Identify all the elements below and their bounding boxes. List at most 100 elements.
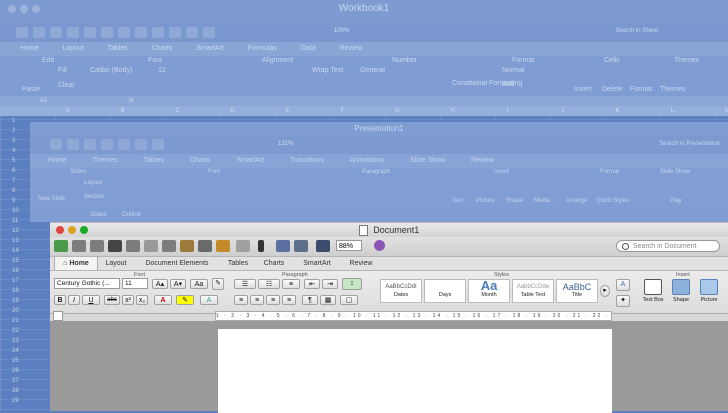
excel-tab-charts[interactable]: Charts: [152, 45, 173, 52]
excel-row-header[interactable]: 29: [12, 396, 30, 406]
tab-home[interactable]: ⌂ Home: [54, 257, 98, 270]
bold-button[interactable]: B: [54, 295, 66, 305]
powerpoint-tab-review[interactable]: Review: [471, 157, 494, 164]
align-left-icon[interactable]: ≡: [234, 295, 248, 305]
excel-column-header[interactable]: C: [150, 106, 205, 116]
cut-icon[interactable]: [84, 27, 96, 39]
print-icon[interactable]: [126, 240, 140, 252]
save-icon[interactable]: [108, 240, 122, 252]
styles-more-arrow-icon[interactable]: ▸: [600, 285, 610, 297]
excel-column-header[interactable]: E: [260, 106, 315, 116]
excel-column-header[interactable]: K: [590, 106, 645, 116]
excel-row-header[interactable]: 13: [12, 236, 30, 246]
excel-column-header[interactable]: D: [205, 106, 260, 116]
excel-column-header[interactable]: A: [40, 106, 95, 116]
excel-row-header[interactable]: 1: [12, 116, 30, 126]
tab-charts[interactable]: Charts: [258, 257, 290, 270]
excel-row-header[interactable]: 23: [12, 336, 30, 346]
templates-icon[interactable]: [72, 240, 86, 252]
excel-row-header[interactable]: 4: [12, 146, 30, 156]
redo-icon[interactable]: [236, 240, 250, 252]
styles-pane-icon[interactable]: A: [616, 279, 630, 291]
powerpoint-tab-transitions[interactable]: Transitions: [290, 157, 324, 164]
excel-style-bad[interactable]: Bad: [502, 81, 514, 88]
excel-style-normal[interactable]: Normal: [502, 67, 525, 74]
copy-icon[interactable]: [101, 27, 113, 39]
excel-row-header[interactable]: 22: [12, 326, 30, 336]
gallery-icon[interactable]: [294, 240, 308, 252]
undo-icon[interactable]: [216, 240, 230, 252]
excel-minimize-button[interactable]: [20, 5, 28, 13]
style-title[interactable]: AaBbC Title: [556, 279, 598, 303]
excel-row-header[interactable]: 26: [12, 366, 30, 376]
word-search-input[interactable]: Search in Document: [616, 240, 720, 252]
undo-icon[interactable]: [135, 27, 147, 39]
excel-row-header[interactable]: 14: [12, 246, 30, 256]
justify-icon[interactable]: ≡: [282, 295, 296, 305]
excel-row-header[interactable]: 20: [12, 306, 30, 316]
excel-format-button[interactable]: Format: [630, 86, 652, 93]
cut-icon[interactable]: [144, 240, 158, 252]
new-icon[interactable]: [16, 27, 28, 39]
excel-row-header[interactable]: 2: [12, 126, 30, 136]
decrease-indent-icon[interactable]: ⇤: [304, 279, 320, 289]
copy-icon[interactable]: [118, 139, 130, 151]
tab-layout[interactable]: Layout: [100, 257, 132, 270]
insert-shape-button[interactable]: Shape: [668, 279, 694, 303]
excel-row-header[interactable]: 21: [12, 316, 30, 326]
excel-column-header[interactable]: J: [535, 106, 590, 116]
powerpoint-tab-tables[interactable]: Tables: [144, 157, 164, 164]
paste-icon[interactable]: [180, 240, 194, 252]
powerpoint-search-input[interactable]: Search in Presentation: [659, 141, 720, 147]
excel-zoom-button[interactable]: [32, 5, 40, 13]
excel-clear-button[interactable]: Clear: [58, 82, 75, 89]
save-icon[interactable]: [50, 27, 62, 39]
excel-column-header[interactable]: L: [645, 106, 700, 116]
strikethrough-button[interactable]: abc: [104, 295, 120, 305]
cut-icon[interactable]: [101, 139, 113, 151]
styles-sparkle-icon[interactable]: ✦: [616, 295, 630, 307]
powerpoint-tab-slideshow[interactable]: Slide Show: [410, 157, 445, 164]
excel-row-header[interactable]: 8: [12, 186, 30, 196]
excel-tab-tables[interactable]: Tables: [108, 45, 128, 52]
excel-row-header[interactable]: 17: [12, 276, 30, 286]
excel-tab-review[interactable]: Review: [340, 45, 363, 52]
word-minimize-button[interactable]: [68, 226, 76, 234]
excel-tab-home[interactable]: Home: [20, 45, 39, 52]
font-name-select[interactable]: Century Gothic (...: [54, 278, 120, 289]
powerpoint-tab-smartart[interactable]: SmartArt: [236, 157, 264, 164]
sum-icon[interactable]: [152, 27, 164, 39]
excel-column-header[interactable]: F: [315, 106, 370, 116]
open-icon[interactable]: [90, 240, 104, 252]
tab-smartart[interactable]: SmartArt: [294, 257, 340, 270]
powerpoint-tab-themes[interactable]: Themes: [93, 157, 118, 164]
pilcrow-icon[interactable]: [258, 240, 264, 252]
excel-cell-reference[interactable]: A1: [40, 98, 47, 104]
increase-indent-icon[interactable]: ⇥: [322, 279, 338, 289]
new-document-icon[interactable]: [54, 240, 68, 252]
open-icon[interactable]: [33, 27, 45, 39]
new-icon[interactable]: [50, 139, 62, 151]
pp-new-slide-button[interactable]: New Slide: [38, 196, 65, 202]
word-zoom-button[interactable]: [80, 226, 88, 234]
gallery-icon[interactable]: [203, 27, 215, 39]
save-icon[interactable]: [84, 139, 96, 151]
sidebar-icon[interactable]: [276, 240, 290, 252]
paragraph-spacing-icon[interactable]: ¶: [302, 295, 318, 305]
excel-row-header[interactable]: 27: [12, 376, 30, 386]
highlight-icon[interactable]: ✎: [176, 295, 194, 305]
style-dates[interactable]: AaBbCcDdI Dates: [380, 279, 422, 303]
excel-font-name[interactable]: Calibri (Body): [90, 67, 132, 74]
underline-button[interactable]: U: [82, 295, 100, 305]
pp-arrange[interactable]: Arrange: [566, 198, 587, 204]
excel-row-header[interactable]: 6: [12, 166, 30, 176]
change-case-button[interactable]: Aa: [190, 279, 208, 289]
tab-review[interactable]: Review: [344, 257, 378, 270]
excel-wrap-text-button[interactable]: Wrap Text: [312, 67, 343, 74]
excel-row-header[interactable]: 28: [12, 386, 30, 396]
excel-row-header[interactable]: 25: [12, 356, 30, 366]
font-size-select[interactable]: 11: [122, 278, 148, 289]
pp-insert-text[interactable]: Text: [452, 198, 463, 204]
excel-row-header[interactable]: 24: [12, 346, 30, 356]
powerpoint-tab-charts[interactable]: Charts: [190, 157, 211, 164]
